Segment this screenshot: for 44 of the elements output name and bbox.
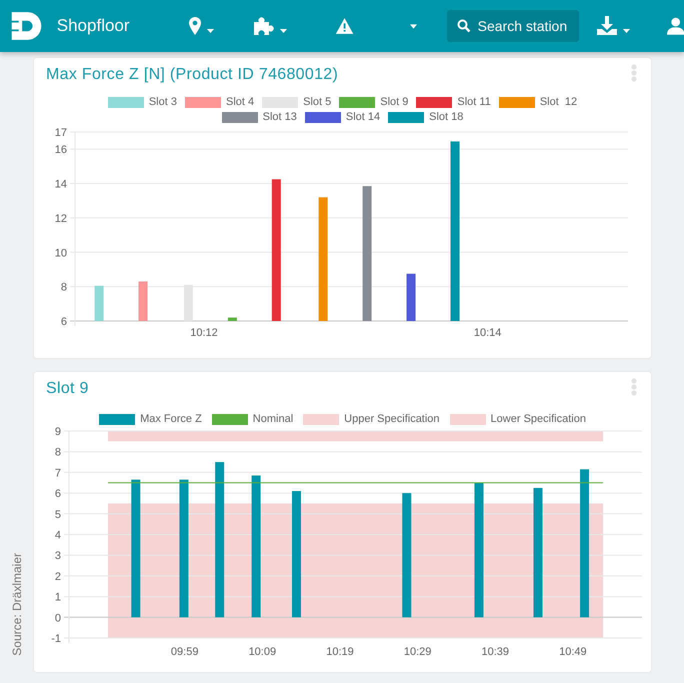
legend-item[interactable]: Slot 3 <box>108 96 177 108</box>
x-axis-label: 10:29 <box>404 646 432 658</box>
legend-item[interactable]: Slot 14 <box>304 111 380 123</box>
y-axis-label: 8 <box>54 446 61 459</box>
y-axis-label: 5 <box>54 508 61 521</box>
y-axis-label: 14 <box>54 178 67 191</box>
y-axis-label: 6 <box>60 316 67 328</box>
y-axis-label: 10 <box>54 247 67 260</box>
y-axis-label: 12 <box>54 212 67 225</box>
source-caption: Source: Dräxlmaier <box>10 553 24 656</box>
y-axis-label: 7 <box>54 467 61 480</box>
legend-item[interactable]: Lower Specification <box>450 413 586 425</box>
legend-item[interactable]: Upper Specification <box>303 413 440 425</box>
legend-item[interactable]: Nominal <box>212 413 294 425</box>
y-axis-label: 2 <box>54 570 61 583</box>
x-axis-label: 10:39 <box>482 646 510 658</box>
x-axis-label: 09:59 <box>170 646 198 658</box>
legend-item[interactable]: Slot 12 <box>498 96 578 108</box>
legend-item[interactable]: Slot 13 <box>222 111 297 123</box>
search-field[interactable]: Search station <box>446 10 579 42</box>
app-title: Shopfloor <box>56 16 130 36</box>
y-axis-label: 0 <box>54 612 61 624</box>
legend-item[interactable]: Slot 11 <box>416 96 491 108</box>
y-axis-label: 3 <box>54 550 61 562</box>
y-axis-label: 4 <box>54 530 61 542</box>
y-axis-label: 1 <box>54 592 61 604</box>
y-axis-label: 16 <box>54 144 67 156</box>
card-title: Max Force Z [N] (Product ID 74680012) <box>46 66 338 85</box>
y-axis-label: 9 <box>54 426 61 438</box>
legend-item[interactable]: Slot 9 <box>339 96 408 108</box>
legend-item[interactable]: Slot 18 <box>388 111 464 123</box>
y-axis-label: -1 <box>51 633 61 645</box>
y-axis-label: 17 <box>54 127 67 139</box>
x-axis-label: 10:14 <box>474 327 502 339</box>
x-axis-label: 10:12 <box>190 327 218 339</box>
legend-item[interactable]: Slot 5 <box>262 96 332 108</box>
x-axis-label: 10:49 <box>559 646 587 658</box>
x-axis-label: 10:19 <box>326 646 354 658</box>
y-axis-label: 6 <box>54 488 61 500</box>
legend-item[interactable]: Max Force Z <box>99 413 202 425</box>
card-title: Slot 9 <box>46 380 89 399</box>
y-axis-label: 8 <box>60 282 67 294</box>
x-axis-label: 10:09 <box>248 646 276 658</box>
legend-item[interactable]: Slot 4 <box>184 96 254 108</box>
